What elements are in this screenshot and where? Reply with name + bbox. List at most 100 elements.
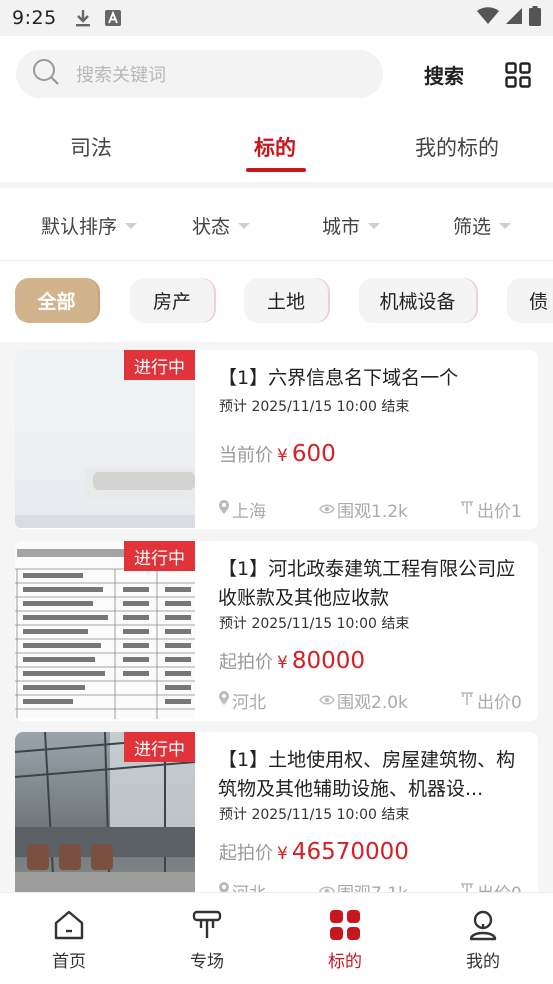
listing-end-time: 预计 2025/11/15 10:00 结束 bbox=[219, 399, 410, 415]
location-text: 上海 bbox=[232, 502, 266, 522]
chip-land[interactable]: 土地 bbox=[244, 278, 328, 323]
listing-card[interactable]: 进行中 【1】河北政泰建筑工程有限公司应收账款及其他应收款 预计 2025/11… bbox=[15, 541, 538, 721]
eye-icon bbox=[319, 500, 337, 520]
listing-price: 当前价 ¥ 600 bbox=[219, 441, 336, 467]
download-icon bbox=[75, 9, 91, 27]
listing-views: 围观1.2k bbox=[319, 497, 408, 522]
tab-my-targets[interactable]: 我的标的 bbox=[415, 132, 499, 162]
nav-special[interactable]: 专场 bbox=[138, 893, 276, 984]
currency-symbol: ¥ bbox=[277, 653, 288, 673]
location-pin-icon bbox=[218, 499, 232, 520]
views-text: 围观2.0k bbox=[337, 693, 408, 713]
bids-text: 出价1 bbox=[477, 502, 522, 522]
nav-mine-label: 我的 bbox=[466, 952, 500, 972]
location-pin-icon bbox=[218, 690, 232, 711]
listing-price: 起拍价 ¥ 80000 bbox=[219, 648, 365, 674]
price-value: 80000 bbox=[291, 648, 365, 674]
nav-home[interactable]: 首页 bbox=[0, 893, 138, 984]
nav-mine[interactable]: 我的 bbox=[414, 893, 552, 984]
listing-price: 起拍价 ¥ 46570000 bbox=[219, 839, 409, 865]
header: 搜索关键词 搜索 司法 标的 我的标的 bbox=[0, 36, 553, 182]
filter-bar: 默认排序 状态 城市 筛选 bbox=[0, 182, 553, 260]
price-value: 600 bbox=[291, 441, 336, 467]
listing-views: 围观2.0k bbox=[319, 688, 408, 713]
auction-hammer-icon bbox=[191, 909, 223, 945]
location-text: 河北 bbox=[232, 879, 266, 892]
listing-title: 【1】六界信息名下域名一个 bbox=[218, 367, 459, 389]
search-input[interactable]: 搜索关键词 bbox=[16, 50, 383, 98]
location-pin-icon bbox=[218, 881, 232, 892]
chip-debt[interactable]: 债 bbox=[507, 278, 553, 323]
tab-judicial[interactable]: 司法 bbox=[70, 132, 112, 162]
status-badge: 进行中 bbox=[124, 541, 195, 571]
status-time: 9:25 bbox=[12, 7, 57, 29]
currency-symbol: ¥ bbox=[277, 844, 288, 864]
price-value: 46570000 bbox=[291, 839, 409, 865]
gavel-icon bbox=[459, 499, 477, 520]
currency-symbol: ¥ bbox=[277, 446, 288, 466]
nav-special-label: 专场 bbox=[190, 952, 224, 972]
tab-targets[interactable]: 标的 bbox=[254, 132, 296, 162]
search-icon bbox=[32, 58, 60, 90]
font-app-icon bbox=[104, 10, 121, 26]
active-tab-indicator bbox=[246, 168, 306, 172]
home-icon bbox=[53, 909, 85, 945]
nav-targets-label: 标的 bbox=[328, 952, 362, 972]
listing-bids: 出价0 bbox=[459, 879, 522, 892]
price-label: 当前价 bbox=[219, 445, 273, 466]
caret-down-icon bbox=[125, 222, 138, 229]
caret-down-icon bbox=[368, 222, 381, 229]
filter-status[interactable]: 状态 bbox=[192, 212, 251, 239]
grid-icon bbox=[329, 909, 361, 945]
filter-city-label: 城市 bbox=[322, 216, 361, 238]
filter-sort[interactable]: 默认排序 bbox=[41, 212, 138, 239]
listing-views: 围观7.1k bbox=[319, 879, 408, 892]
eye-icon bbox=[319, 691, 337, 711]
status-badge: 进行中 bbox=[124, 350, 195, 380]
price-label: 起拍价 bbox=[219, 843, 273, 864]
views-text: 围观1.2k bbox=[337, 502, 408, 522]
battery-icon bbox=[529, 6, 541, 30]
filter-more[interactable]: 筛选 bbox=[453, 212, 512, 239]
search-placeholder: 搜索关键词 bbox=[76, 65, 166, 86]
gavel-icon bbox=[459, 881, 477, 892]
listing-bids: 出价1 bbox=[459, 497, 522, 522]
location-text: 河北 bbox=[232, 693, 266, 713]
listing-title: 【1】河北政泰建筑工程有限公司应收账款及其他应收款 bbox=[218, 558, 516, 609]
price-label: 起拍价 bbox=[219, 652, 273, 673]
bids-text: 出价0 bbox=[477, 879, 522, 892]
status-bar: 9:25 bbox=[0, 0, 553, 36]
user-icon bbox=[467, 909, 499, 945]
listing-end-time: 预计 2025/11/15 10:00 结束 bbox=[219, 807, 410, 823]
caret-down-icon bbox=[238, 222, 251, 229]
nav-targets[interactable]: 标的 bbox=[276, 893, 414, 984]
signal-icon bbox=[505, 7, 523, 29]
listing-card[interactable]: 进行中 【1】六界信息名下域名一个 预计 2025/11/15 10:00 结束… bbox=[15, 350, 538, 529]
nav-home-label: 首页 bbox=[52, 952, 86, 972]
listing-end-time: 预计 2025/11/15 10:00 结束 bbox=[219, 616, 410, 632]
status-badge: 进行中 bbox=[124, 732, 195, 762]
gavel-icon bbox=[459, 690, 477, 711]
listing-bids: 出价0 bbox=[459, 688, 522, 713]
listing-title: 【1】土地使用权、房屋建筑物、构筑物及其他辅助设施、机器设... bbox=[218, 749, 516, 800]
wifi-icon bbox=[477, 7, 499, 29]
search-button[interactable]: 搜索 bbox=[424, 60, 464, 89]
listing-list: 进行中 【1】六界信息名下域名一个 预计 2025/11/15 10:00 结束… bbox=[0, 342, 553, 892]
listing-location: 河北 bbox=[218, 688, 266, 713]
caret-down-icon bbox=[499, 222, 512, 229]
bottom-nav: 首页 专场 标的 我的 bbox=[0, 892, 553, 984]
filter-sort-label: 默认排序 bbox=[41, 216, 118, 238]
chip-all[interactable]: 全部 bbox=[15, 278, 98, 323]
filter-status-label: 状态 bbox=[192, 216, 231, 238]
views-text: 围观7.1k bbox=[337, 879, 408, 892]
filter-city[interactable]: 城市 bbox=[322, 212, 381, 239]
eye-icon bbox=[319, 882, 337, 892]
chip-machinery[interactable]: 机械设备 bbox=[359, 278, 476, 323]
bids-text: 出价0 bbox=[477, 693, 522, 713]
filter-more-label: 筛选 bbox=[453, 216, 492, 238]
top-tabs: 司法 标的 我的标的 bbox=[0, 126, 553, 182]
category-grid-icon[interactable] bbox=[505, 62, 531, 88]
listing-card[interactable]: 进行中 【1】土地使用权、房屋建筑物、构筑物及其他辅助设施、机器设... 预计 … bbox=[15, 732, 538, 892]
listing-location: 河北 bbox=[218, 879, 266, 892]
chip-real-estate[interactable]: 房产 bbox=[130, 278, 214, 323]
